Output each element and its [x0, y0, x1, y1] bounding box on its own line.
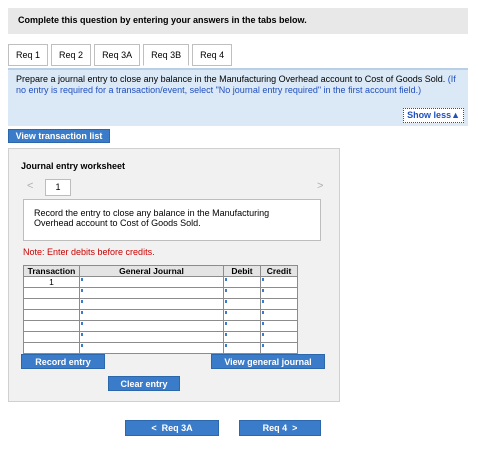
- triangle-up-icon: ▲: [451, 110, 460, 120]
- tab-req-4[interactable]: Req 4: [192, 44, 233, 66]
- account-field[interactable]: [79, 276, 224, 288]
- entry-page-indicator[interactable]: 1: [45, 179, 71, 196]
- tab-label: Req 3B: [151, 50, 182, 60]
- account-field[interactable]: [79, 298, 224, 310]
- table-row: [23, 287, 298, 299]
- credit-field[interactable]: [260, 342, 298, 354]
- header-debit: Debit: [223, 265, 261, 277]
- account-field[interactable]: [79, 342, 224, 354]
- button-label: View transaction list: [15, 131, 103, 141]
- tab-req-2[interactable]: Req 2: [51, 44, 92, 66]
- button-label: View general journal: [224, 356, 312, 367]
- chevron-left-icon[interactable]: <: [27, 180, 33, 192]
- table-row: [23, 320, 298, 332]
- account-field[interactable]: [79, 287, 224, 299]
- transaction-cell: [23, 320, 80, 332]
- view-general-journal-button[interactable]: View general journal: [211, 354, 325, 369]
- credit-field[interactable]: [260, 331, 298, 343]
- record-entry-button[interactable]: Record entry: [21, 354, 105, 369]
- prev-tab-button[interactable]: < Req 3A: [125, 420, 219, 436]
- clear-entry-button[interactable]: Clear entry: [108, 376, 180, 391]
- transaction-cell: [23, 309, 80, 321]
- debit-field[interactable]: [223, 320, 261, 332]
- table-row: [23, 298, 298, 310]
- tab-req-3a[interactable]: Req 3A: [94, 44, 141, 66]
- journal-table: Transaction General Journal Debit Credit…: [23, 265, 298, 354]
- account-field[interactable]: [79, 320, 224, 332]
- credit-field[interactable]: [260, 287, 298, 299]
- tab-label: Req 4: [200, 50, 225, 60]
- instructions-text: Prepare a journal entry to close any bal…: [16, 74, 446, 84]
- button-label: Record entry: [35, 356, 91, 367]
- tab-label: Req 1: [16, 50, 41, 60]
- credit-field[interactable]: [260, 309, 298, 321]
- debit-field[interactable]: [223, 276, 261, 288]
- entry-description-box: Record the entry to close any balance in…: [23, 199, 321, 241]
- debit-field[interactable]: [223, 309, 261, 321]
- table-row: 1: [23, 276, 298, 288]
- tab-label: Req 3A: [102, 50, 133, 60]
- table-row: [23, 309, 298, 321]
- show-less-label: Show less: [407, 110, 452, 120]
- transaction-cell: [23, 342, 80, 354]
- transaction-cell: 1: [23, 276, 80, 288]
- debit-field[interactable]: [223, 287, 261, 299]
- entry-description: Record the entry to close any balance in…: [34, 208, 270, 228]
- debit-field[interactable]: [223, 342, 261, 354]
- tab-req-3b[interactable]: Req 3B: [143, 44, 190, 66]
- credit-field[interactable]: [260, 320, 298, 332]
- chevron-left-icon: <: [151, 423, 157, 433]
- account-field[interactable]: [79, 331, 224, 343]
- table-row: [23, 342, 298, 354]
- button-label: Clear entry: [120, 378, 168, 389]
- button-label: Req 3A: [161, 423, 193, 433]
- debit-field[interactable]: [223, 298, 261, 310]
- credit-field[interactable]: [260, 298, 298, 310]
- button-label: Req 4: [262, 423, 288, 433]
- tab-req-1[interactable]: Req 1: [8, 44, 49, 66]
- chevron-right-icon: >: [292, 423, 298, 433]
- instructions-panel: Prepare a journal entry to close any bal…: [8, 68, 468, 126]
- table-header-row: Transaction General Journal Debit Credit: [23, 265, 298, 277]
- header-general-journal: General Journal: [79, 265, 224, 277]
- show-less-button[interactable]: Show less▲: [403, 108, 464, 123]
- debits-credits-note: Note: Enter debits before credits.: [23, 247, 155, 257]
- header-credit: Credit: [260, 265, 298, 277]
- journal-entry-worksheet: Journal entry worksheet < 1 > Record the…: [8, 148, 340, 402]
- transaction-cell: [23, 287, 80, 299]
- worksheet-title: Journal entry worksheet: [21, 161, 126, 171]
- tab-label: Req 2: [59, 50, 84, 60]
- transaction-cell: [23, 331, 80, 343]
- chevron-right-icon[interactable]: >: [317, 180, 323, 192]
- table-row: [23, 331, 298, 343]
- instruction-banner: Complete this question by entering your …: [8, 8, 468, 34]
- credit-field[interactable]: [260, 276, 298, 288]
- view-transaction-list-button[interactable]: View transaction list: [8, 129, 110, 143]
- next-tab-button[interactable]: Req 4 >: [239, 420, 321, 436]
- account-field[interactable]: [79, 309, 224, 321]
- transaction-cell: [23, 298, 80, 310]
- requirement-tabs: Req 1 Req 2 Req 3A Req 3B Req 4: [8, 44, 235, 66]
- header-transaction: Transaction: [23, 265, 80, 277]
- debit-field[interactable]: [223, 331, 261, 343]
- banner-text: Complete this question by entering your …: [18, 15, 307, 25]
